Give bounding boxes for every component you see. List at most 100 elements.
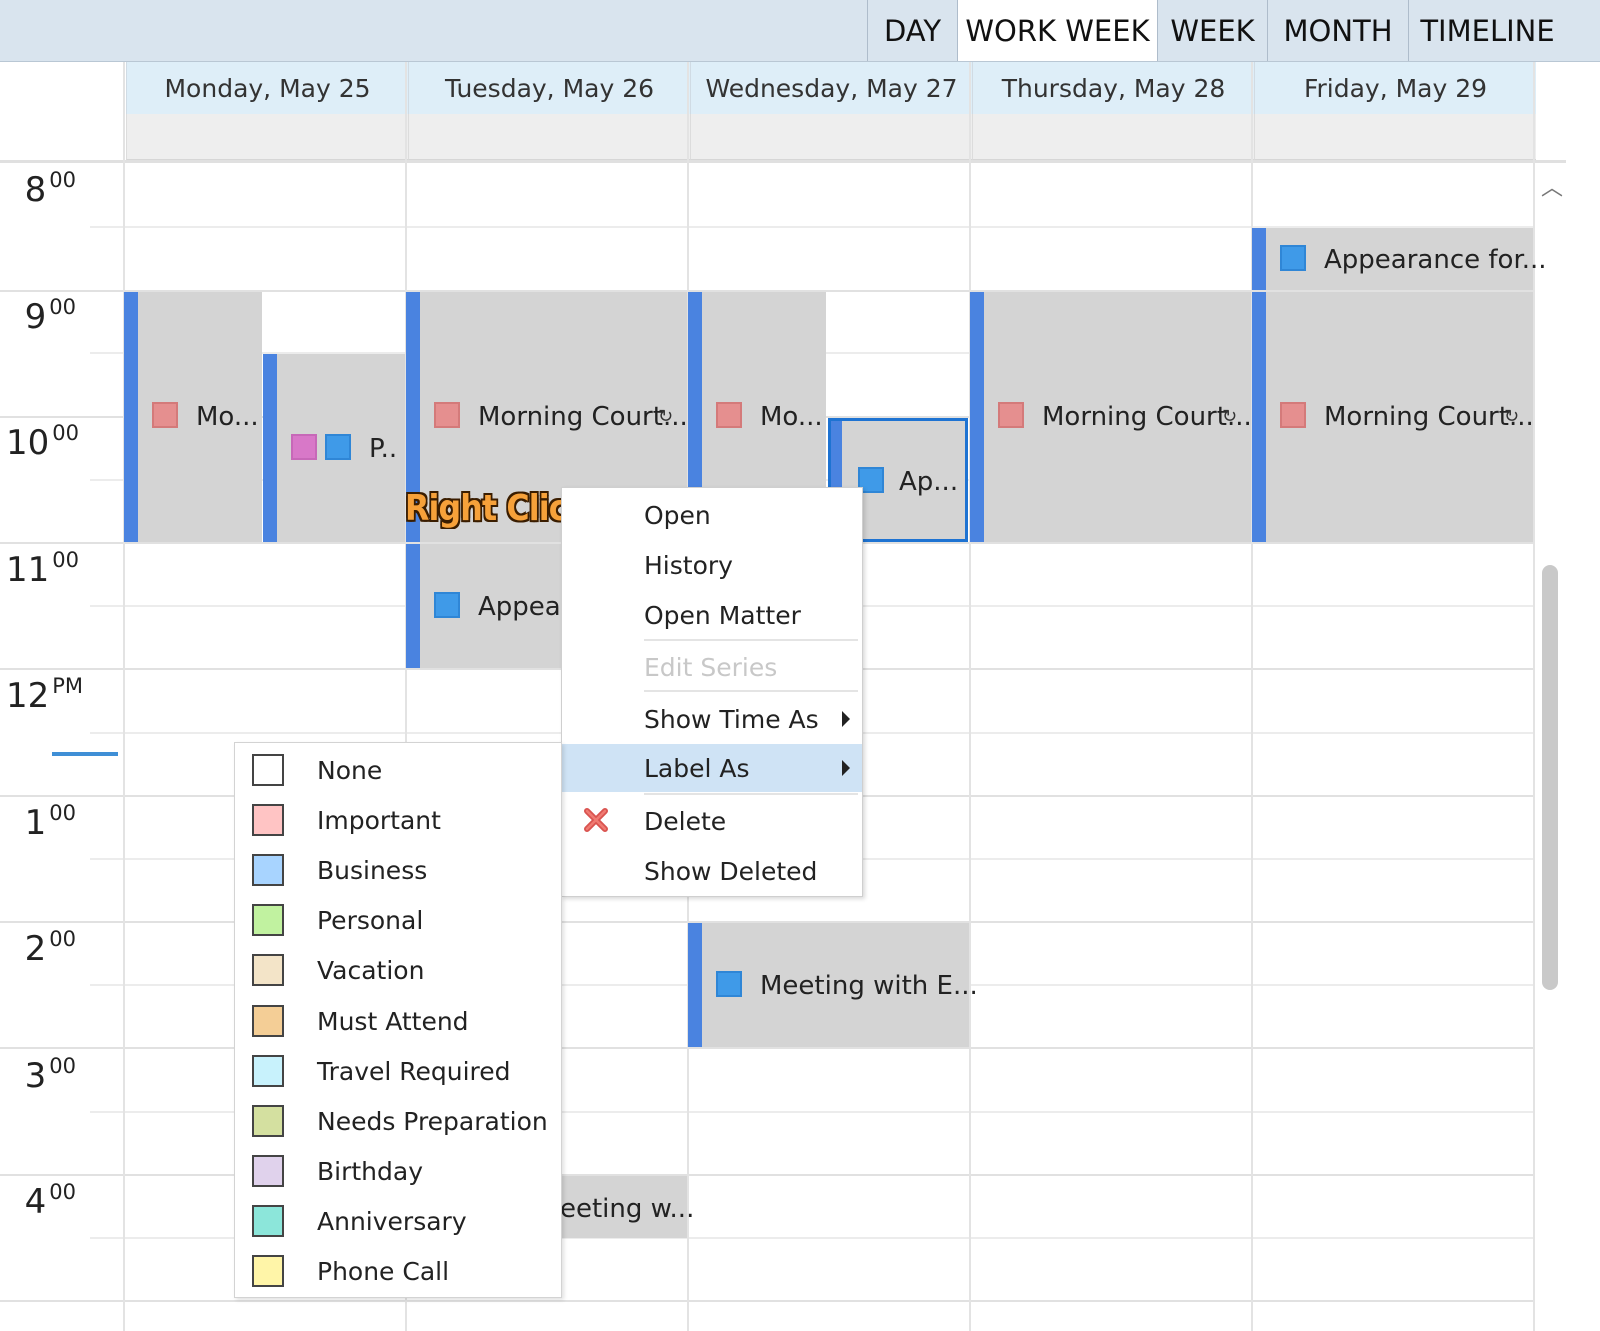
status-bar [406,544,420,668]
appointment-subject: Morning Court... [1324,402,1534,432]
appointment-friday-appearance[interactable]: Appearance for... [1252,228,1547,290]
day-header-wednesday[interactable]: Wednesday, May 27 [690,62,972,114]
all-day-cell[interactable] [1254,114,1536,160]
label-important-icon [716,402,742,428]
tab-timeline[interactable]: TIMELINE [1408,0,1566,61]
label-option-business[interactable]: Business [235,845,561,895]
recurrence-icon: ↻ [1222,406,1238,427]
header-divider [0,160,1566,163]
tab-day[interactable]: DAY [867,0,957,61]
menu-separator [644,690,858,692]
context-menu: Open History Open Matter Edit Series Sho… [561,487,863,897]
status-bar [970,292,984,542]
all-day-cell[interactable] [408,114,690,160]
label-option-phone-call[interactable]: Phone Call [235,1246,561,1296]
label-option-vacation[interactable]: Vacation [235,945,561,995]
menu-item-edit-series: Edit Series [644,653,778,682]
appointment-subject: Ap... [899,467,959,497]
status-bar [1252,228,1266,290]
menu-separator [644,639,858,641]
label-business-icon [716,971,742,997]
label-option-important[interactable]: Important [235,795,561,845]
label-swatch [252,904,284,936]
day-header-thursday[interactable]: Thursday, May 28 [972,62,1254,114]
label-swatch [252,1255,284,1287]
day-headers: Monday, May 25 Tuesday, May 26 Wednesday… [126,62,1566,162]
menu-item-show-deleted[interactable]: Show Deleted [562,847,862,895]
appointment-subject: eeting w... [560,1194,695,1224]
label-option-birthday[interactable]: Birthday [235,1146,561,1196]
label-swatch [252,954,284,986]
hour-line [0,1300,1535,1302]
time-label-12pm: 12 PM [6,674,84,716]
status-bar [688,923,702,1047]
label-swatch [252,1205,284,1237]
label-option-none[interactable]: None [235,745,561,795]
day-column-divider [123,62,125,1331]
appointment-subject: Morning Court... [478,402,688,432]
day-header-monday[interactable]: Monday, May 25 [126,62,408,114]
menu-item-open-matter[interactable]: Open Matter [562,591,862,639]
menu-item-label-as[interactable]: Label As [562,744,862,792]
label-swatch [252,804,284,836]
right-click-annotation: Right Click [405,488,588,529]
menu-item-open[interactable]: Open [562,491,862,539]
menu-item-show-time-as[interactable]: Show Time As [562,695,862,743]
status-bar [1252,292,1266,542]
tab-week[interactable]: WEEK [1157,0,1267,61]
appointment-subject: Appearance for... [1324,245,1547,275]
label-important-icon [998,402,1024,428]
label-swatch [252,1155,284,1187]
label-option-must-attend[interactable]: Must Attend [235,996,561,1046]
time-label-2: 2 00 [24,927,76,969]
appointment-thursday-morning-court[interactable]: Morning Court... ↻ [970,292,1252,542]
all-day-cell[interactable] [126,114,408,160]
hour-line [0,1174,1535,1176]
menu-separator [644,793,858,795]
status-bar [124,292,138,542]
delete-icon [584,808,608,832]
menu-item-history[interactable]: History [562,541,862,589]
view-switcher-bar: DAY WORK WEEK WEEK MONTH TIMELINE [0,0,1600,62]
label-swatch [252,1055,284,1087]
appointment-monday-morning-court[interactable]: Mo... [124,292,262,542]
all-day-cell[interactable] [690,114,972,160]
tab-work-week[interactable]: WORK WEEK [957,0,1157,61]
appointment-monday-p[interactable]: P.. [263,354,405,542]
time-label-3: 3 00 [24,1054,76,1096]
day-header-tuesday[interactable]: Tuesday, May 26 [408,62,690,114]
time-label-10: 10 00 [6,421,79,463]
appointment-tuesday-meeting[interactable]: eeting w... [560,1176,694,1238]
day-header-friday[interactable]: Friday, May 29 [1254,62,1536,114]
label-submenu: None Important Business Personal Vacatio… [234,742,562,1298]
appointment-wednesday-meeting[interactable]: Meeting with E... [688,923,978,1047]
label-important-icon [152,402,178,428]
label-option-anniversary[interactable]: Anniversary [235,1196,561,1246]
appointment-subject: Mo... [760,402,823,432]
recurrence-icon: ↻ [658,406,674,427]
label-business-icon [1280,245,1306,271]
label-pink-icon [291,434,317,460]
label-swatch [252,1105,284,1137]
label-business-icon [325,434,351,460]
time-label-4: 4 00 [24,1180,76,1222]
label-important-icon [434,402,460,428]
scroll-up-icon[interactable]: ︿ [1541,170,1563,202]
time-label-1: 1 00 [24,801,76,843]
menu-item-delete[interactable]: Delete [562,797,862,845]
current-time-indicator [52,752,118,756]
time-label-8: 8 00 [24,168,76,210]
label-swatch [252,754,284,786]
hour-line [0,1047,1535,1049]
tab-month[interactable]: MONTH [1267,0,1408,61]
label-option-personal[interactable]: Personal [235,895,561,945]
appointment-friday-morning-court[interactable]: Morning Court... ↻ [1252,292,1534,542]
label-option-travel-required[interactable]: Travel Required [235,1046,561,1096]
all-day-cell[interactable] [972,114,1254,160]
appointment-subject: Morning Court... [1042,402,1252,432]
appointment-subject: Appear [478,592,572,622]
label-option-needs-preparation[interactable]: Needs Preparation [235,1096,561,1146]
vertical-scrollbar-thumb[interactable] [1542,565,1558,990]
submenu-arrow-icon [842,711,850,727]
appointment-subject: P.. [369,434,398,464]
